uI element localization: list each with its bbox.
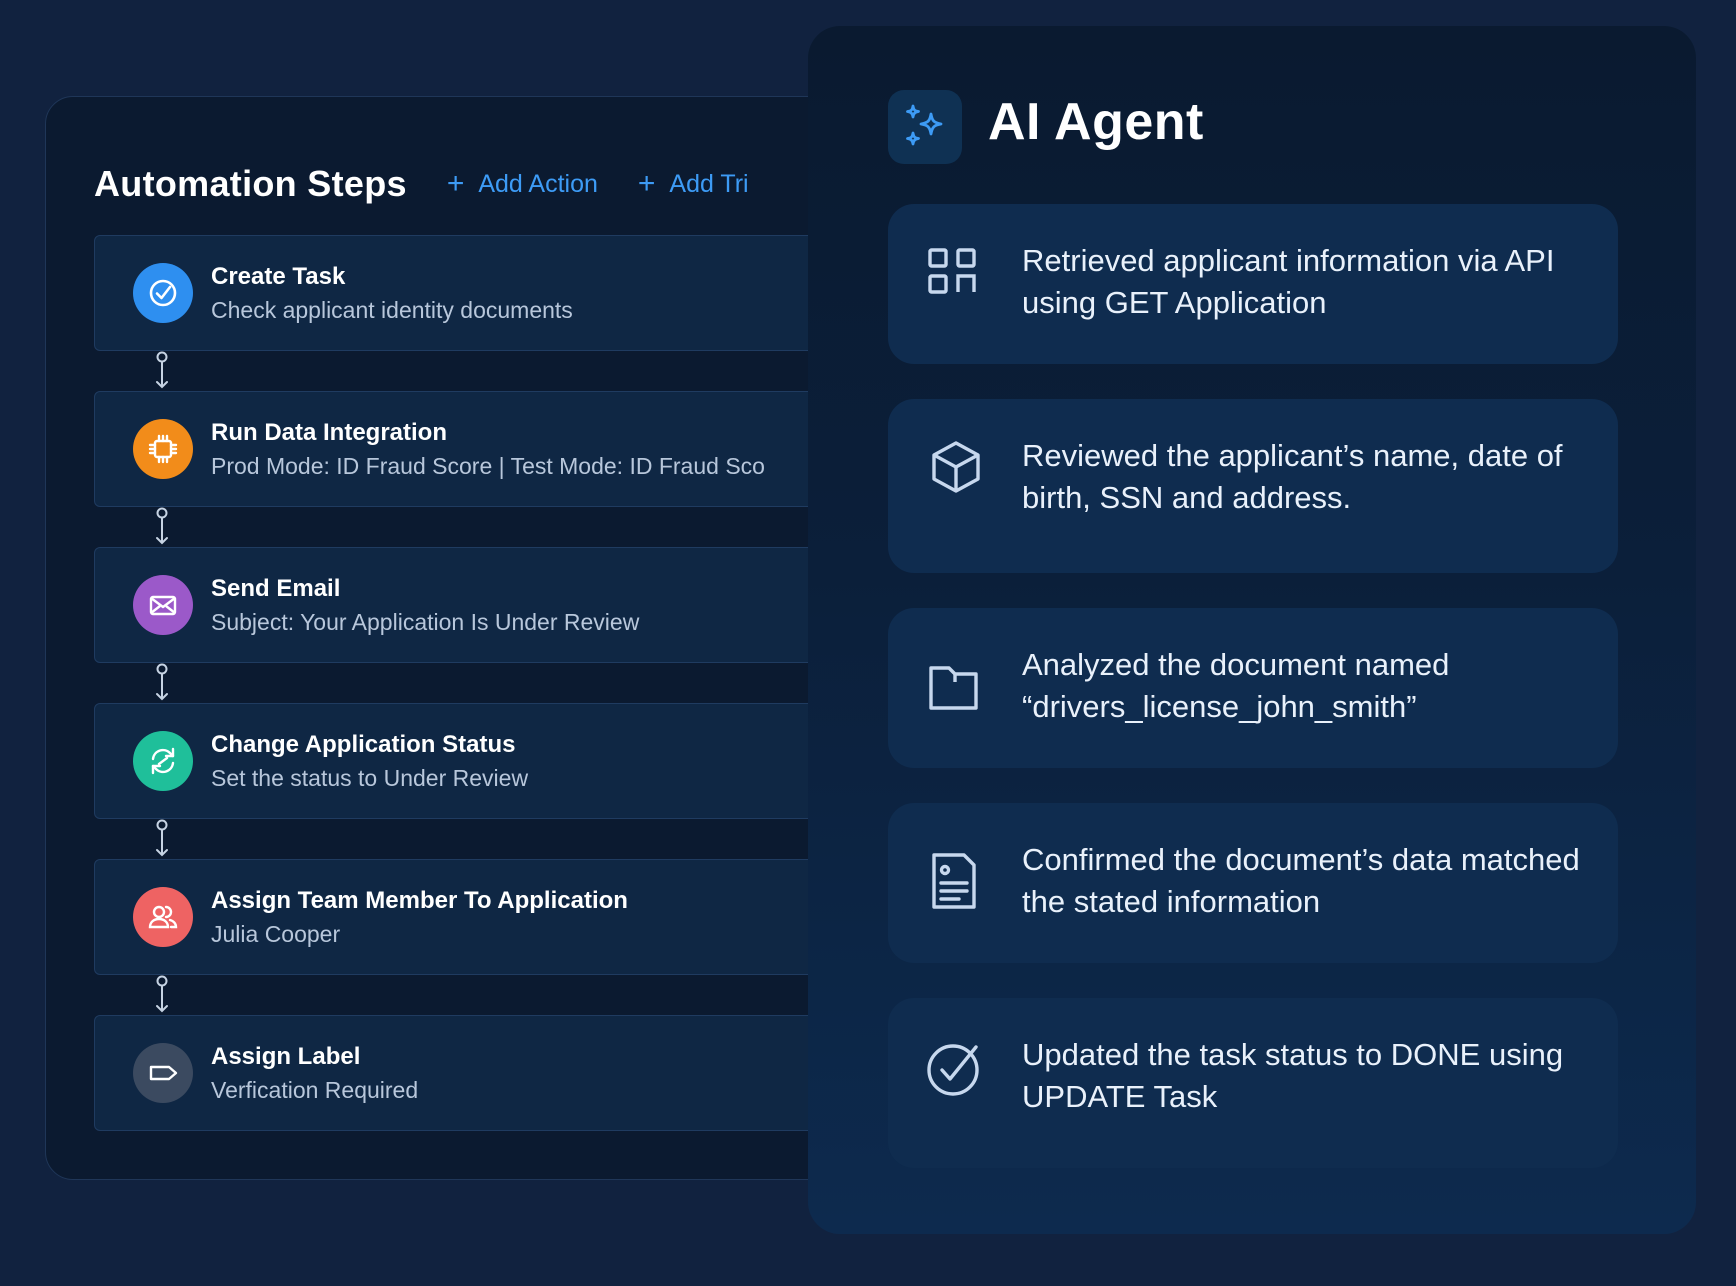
add-trigger-button[interactable]: + Add Tri	[638, 169, 749, 199]
step-connector	[152, 819, 172, 859]
agent-title: AI Agent	[988, 93, 1204, 151]
step-subtitle: Set the status to Under Review	[211, 765, 529, 791]
step-create-task[interactable]: Create Task Check applicant identity doc…	[94, 235, 926, 351]
panel-title: Automation Steps	[94, 163, 407, 204]
step-connector	[152, 507, 172, 547]
add-action-label: Add Action	[478, 169, 598, 198]
step-title: Create Task	[211, 263, 346, 290]
agent-activity-card: Confirmed the document’s data matched th…	[888, 803, 1618, 963]
step-title: Change Application Status	[211, 731, 516, 758]
agent-activity-card: Retrieved applicant information via API …	[888, 204, 1618, 364]
tag-icon	[133, 1043, 193, 1103]
chip-icon	[133, 419, 193, 479]
envelope-icon	[133, 575, 193, 635]
step-connector	[152, 975, 172, 1015]
agent-activity-text: Analyzed the document named “drivers_lic…	[1022, 647, 1450, 724]
step-title: Run Data Integration	[211, 419, 448, 446]
agent-activity-text: Reviewed the applicant’s name, date of b…	[1022, 438, 1563, 515]
step-send-email[interactable]: Send Email Subject: Your Application Is …	[94, 547, 926, 663]
users-icon	[133, 887, 193, 947]
agent-activity-card: Analyzed the document named “drivers_lic…	[888, 608, 1618, 768]
step-subtitle: Subject: Your Application Is Under Revie…	[211, 609, 640, 635]
plus-icon: +	[637, 167, 656, 200]
ai-agent-panel: AI Agent Retrieved applicant information…	[808, 26, 1696, 1234]
step-title: Send Email	[211, 575, 341, 602]
document-icon	[932, 853, 976, 909]
agent-activity-text: Updated the task status to DONE using UP…	[1022, 1037, 1564, 1114]
step-assign-team-member[interactable]: Assign Team Member To Application Julia …	[94, 859, 926, 975]
add-trigger-label: Add Tri	[669, 169, 749, 198]
cube-icon	[932, 441, 980, 493]
check-circle-icon	[927, 1044, 979, 1096]
agent-activity-text: Confirmed the document’s data matched th…	[1022, 842, 1580, 919]
plus-icon: +	[446, 167, 465, 200]
step-subtitle: Check applicant identity documents	[211, 297, 573, 323]
sparkles-icon	[888, 90, 962, 164]
step-subtitle: Verfication Required	[211, 1077, 419, 1103]
step-subtitle: Prod Mode: ID Fraud Score | Test Mode: I…	[211, 453, 765, 479]
agent-activity-card: Updated the task status to DONE using UP…	[888, 998, 1618, 1168]
agent-activity-text: Retrieved applicant information via API …	[1022, 243, 1555, 320]
step-connector	[152, 351, 172, 391]
check-circle-icon	[133, 263, 193, 323]
add-action-button[interactable]: + Add Action	[447, 169, 598, 199]
step-connector	[152, 663, 172, 703]
step-title: Assign Team Member To Application	[211, 887, 628, 914]
step-title: Assign Label	[211, 1043, 361, 1070]
automation-steps-panel: Automation Steps + Add Action + Add Tri …	[45, 96, 927, 1180]
folder-icon	[929, 666, 978, 710]
agent-activity-card: Reviewed the applicant’s name, date of b…	[888, 399, 1618, 573]
step-run-data-integration[interactable]: Run Data Integration Prod Mode: ID Fraud…	[94, 391, 926, 507]
step-change-application-status[interactable]: Change Application Status Set the status…	[94, 703, 926, 819]
steps-list: Create Task Check applicant identity doc…	[94, 235, 926, 1131]
step-assign-label[interactable]: Assign Label Verfication Required	[94, 1015, 926, 1131]
grid-icon	[928, 248, 976, 294]
step-subtitle: Julia Cooper	[211, 921, 341, 947]
panel-header: Automation Steps + Add Action + Add Tri	[94, 149, 749, 219]
refresh-icon	[133, 731, 193, 791]
